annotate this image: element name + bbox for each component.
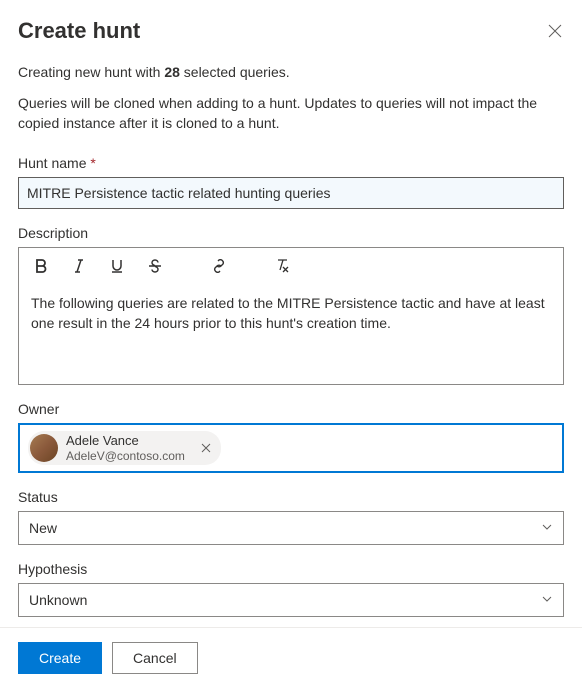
hypothesis-value: Unknown [29,592,87,608]
description-editor: The following queries are related to the… [18,247,564,385]
remove-owner-button[interactable] [201,443,211,453]
owner-label: Owner [18,401,564,417]
required-mark: * [90,155,95,171]
close-icon [201,443,211,453]
italic-icon [72,259,86,273]
bold-button[interactable] [31,256,51,276]
strikethrough-button[interactable] [145,256,165,276]
hunt-name-label-text: Hunt name [18,155,86,171]
editor-toolbar [19,248,563,284]
link-icon [212,259,226,273]
status-value: New [29,520,57,536]
persona-name: Adele Vance [66,433,185,449]
avatar [30,434,58,462]
description-content[interactable]: The following queries are related to the… [19,284,563,384]
close-icon [548,24,562,38]
page-title: Create hunt [18,18,140,44]
create-button[interactable]: Create [18,642,102,674]
clear-format-button[interactable] [273,256,293,276]
owner-persona-chip: Adele Vance AdeleV@contoso.com [28,431,221,465]
owner-input[interactable]: Adele Vance AdeleV@contoso.com [18,423,564,473]
bold-icon [34,259,48,273]
clear-format-icon [275,259,291,273]
intro-text: Creating new hunt with 28 selected queri… [18,64,564,80]
info-text: Queries will be cloned when adding to a … [18,94,564,133]
close-button[interactable] [546,22,564,40]
status-select[interactable]: New [18,511,564,545]
intro-prefix: Creating new hunt with [18,64,164,80]
persona-email: AdeleV@contoso.com [66,449,185,463]
underline-button[interactable] [107,256,127,276]
link-button[interactable] [209,256,229,276]
footer: Create Cancel [0,627,582,674]
strikethrough-icon [148,259,162,273]
chevron-down-icon [541,520,553,536]
intro-count: 28 [164,64,180,80]
cancel-button[interactable]: Cancel [112,642,198,674]
description-label: Description [18,225,564,241]
underline-icon [110,259,124,273]
status-label: Status [18,489,564,505]
hunt-name-label: Hunt name * [18,155,564,171]
hypothesis-select[interactable]: Unknown [18,583,564,617]
hypothesis-label: Hypothesis [18,561,564,577]
hunt-name-input[interactable] [18,177,564,209]
chevron-down-icon [541,592,553,608]
intro-suffix: selected queries. [180,64,290,80]
italic-button[interactable] [69,256,89,276]
